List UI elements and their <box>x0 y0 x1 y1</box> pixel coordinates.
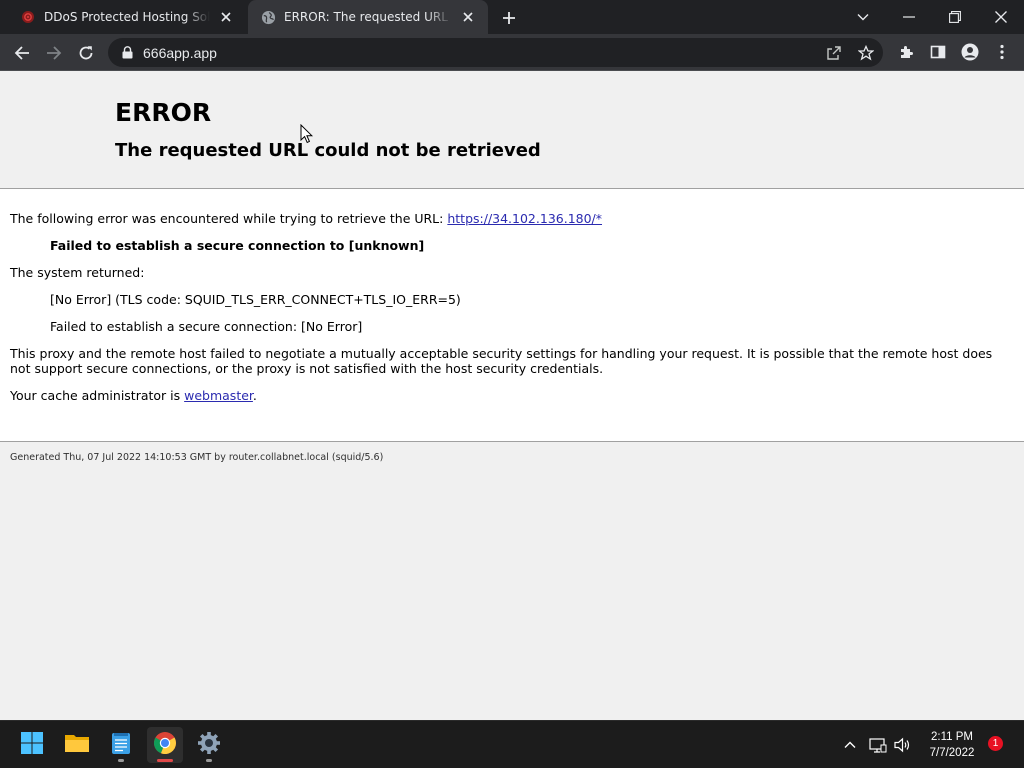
admin-text: Your cache administrator is <box>10 388 185 403</box>
running-indicator <box>118 759 124 762</box>
extensions-puzzle-icon[interactable] <box>896 42 916 62</box>
secure-connection-error-text: Failed to establish a secure connection:… <box>50 319 363 334</box>
show-hidden-icons-chevron-up-icon[interactable] <box>840 735 860 755</box>
volume-icon[interactable] <box>893 735 913 755</box>
browser-toolbar: 666app.app <box>0 34 1024 71</box>
start-icon <box>20 731 44 759</box>
requested-url-link[interactable]: https://34.102.136.180/* <box>447 211 602 226</box>
page-subtitle: The requested URL could not be retrieved <box>115 140 541 161</box>
network-icon[interactable] <box>868 735 888 755</box>
forward-button[interactable] <box>40 39 68 67</box>
tls-code-text: [No Error] (TLS code: SQUID_TLS_ERR_CONN… <box>50 292 461 307</box>
system-returned-label: The system returned: <box>10 265 145 280</box>
explanation-paragraph: This proxy and the remote host failed to… <box>10 346 993 376</box>
intro-text: The following error was encountered whil… <box>10 211 448 226</box>
page-title: ERROR <box>115 98 212 127</box>
tab-error-page[interactable]: ERROR: The requested URL could not be re… <box>248 0 488 34</box>
start-button[interactable] <box>14 727 50 763</box>
close-tab-icon[interactable] <box>216 7 236 27</box>
back-button[interactable] <box>8 39 36 67</box>
minimize-button[interactable] <box>886 0 932 34</box>
side-panel-icon[interactable] <box>928 42 948 62</box>
taskbar-clock[interactable]: 2:11 PM 7/7/2022 <box>920 729 984 761</box>
webmaster-link[interactable]: webmaster <box>184 388 253 403</box>
mouse-cursor-icon <box>300 123 314 144</box>
taskbar-file-explorer[interactable] <box>59 727 95 763</box>
ddos-site-favicon-icon <box>20 9 36 25</box>
reload-button[interactable] <box>72 39 100 67</box>
tab-search-chevron-down-icon[interactable] <box>840 0 886 34</box>
bookmark-star-icon[interactable] <box>858 45 874 61</box>
page-content: ERROR The requested URL could not be ret… <box>0 71 1024 720</box>
settings-icon <box>197 731 221 759</box>
error-title-area: ERROR The requested URL could not be ret… <box>0 71 1024 189</box>
tab-strip: DDoS Protected Hosting Solutions ERROR: … <box>0 0 1024 34</box>
clock-date: 7/7/2022 <box>929 747 975 759</box>
tab-title: ERROR: The requested URL could not be re… <box>284 10 452 24</box>
url-text[interactable]: 666app.app <box>143 45 217 61</box>
error-message: Failed to establish a secure connection … <box>50 238 425 253</box>
file-explorer-icon <box>64 732 90 758</box>
taskbar-chrome[interactable] <box>147 727 183 763</box>
clock-time: 2:11 PM <box>931 731 973 743</box>
browser-menu-kebab-icon[interactable] <box>992 42 1012 62</box>
intro-paragraph: The following error was encountered whil… <box>10 211 1014 226</box>
address-bar[interactable]: 666app.app <box>108 38 883 67</box>
running-indicator <box>157 759 173 762</box>
profile-avatar-icon[interactable] <box>960 42 980 62</box>
share-icon[interactable] <box>826 45 842 61</box>
new-tab-button[interactable] <box>498 7 520 29</box>
chrome-icon <box>153 731 177 759</box>
admin-paragraph: Your cache administrator is webmaster. <box>10 388 1014 403</box>
lock-icon[interactable] <box>120 46 134 60</box>
windows-taskbar: 2:11 PM 7/7/2022 <box>0 720 1024 768</box>
taskbar-notepad[interactable] <box>103 727 139 763</box>
notification-badge[interactable]: 1 <box>988 736 1003 751</box>
taskbar-settings[interactable] <box>191 727 227 763</box>
close-window-button[interactable] <box>978 0 1024 34</box>
restore-button[interactable] <box>932 0 978 34</box>
globe-icon <box>260 9 276 25</box>
generated-footer: Generated Thu, 07 Jul 2022 14:10:53 GMT … <box>10 452 384 463</box>
tab-title: DDoS Protected Hosting Solutions <box>44 10 210 24</box>
close-tab-icon[interactable] <box>458 7 478 27</box>
notepad-icon <box>111 731 131 759</box>
running-indicator <box>206 759 212 762</box>
tab-ddos-hosting[interactable]: DDoS Protected Hosting Solutions <box>8 0 246 34</box>
error-details: The following error was encountered whil… <box>0 189 1024 442</box>
admin-end: . <box>252 388 257 403</box>
